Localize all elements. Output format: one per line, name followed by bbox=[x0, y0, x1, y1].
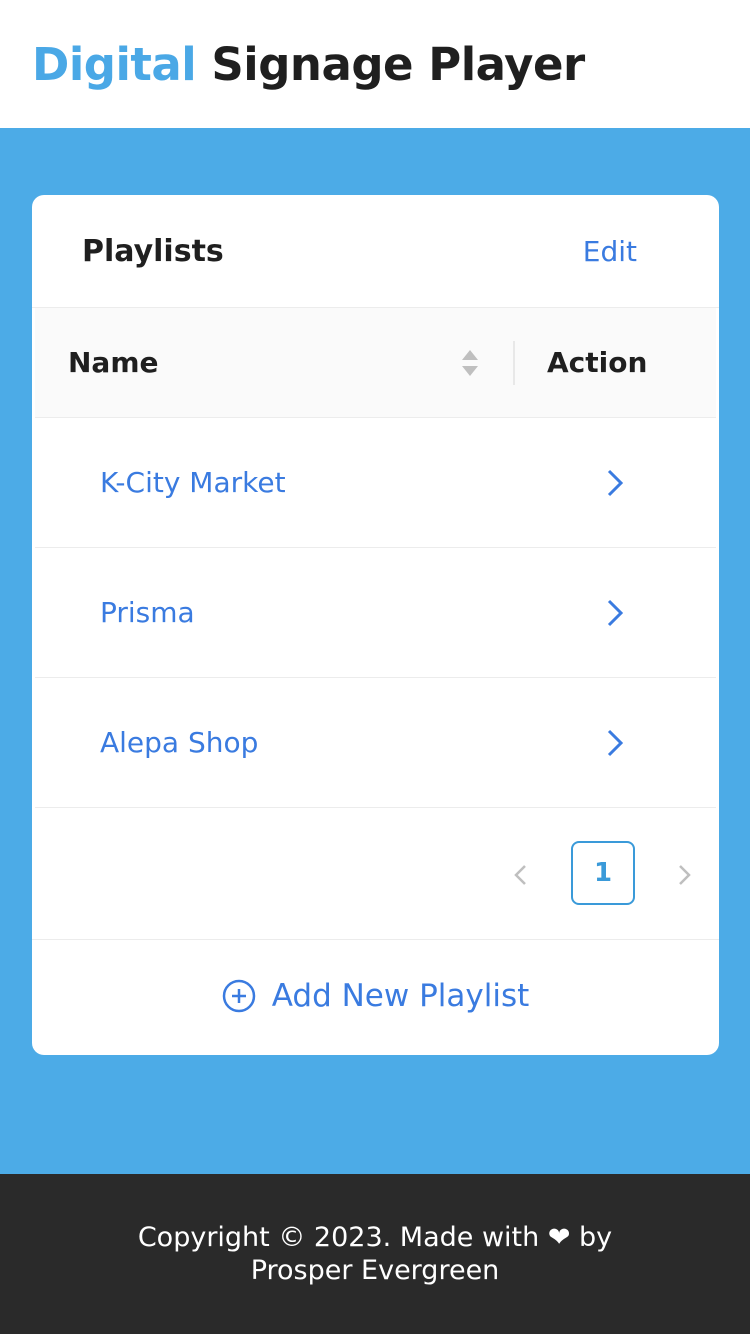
playlists-table: Name Action K-City Market Prisma Alepa S… bbox=[32, 308, 719, 940]
chevron-right-icon[interactable] bbox=[602, 728, 628, 758]
footer: Copyright © 2023. Made with ❤ by Prosper… bbox=[0, 1174, 750, 1334]
app-title: Digital Signage Player bbox=[32, 38, 585, 91]
table-row[interactable]: Prisma bbox=[35, 548, 716, 678]
prev-page-icon[interactable] bbox=[510, 862, 532, 888]
next-page-icon[interactable] bbox=[673, 862, 695, 888]
footer-author: Prosper Evergreen bbox=[250, 1255, 500, 1286]
add-playlist-button[interactable]: Add New Playlist bbox=[32, 940, 719, 1052]
plus-circle-icon bbox=[222, 979, 255, 1013]
playlist-name[interactable]: K-City Market bbox=[100, 466, 286, 499]
table-row[interactable]: Alepa Shop bbox=[35, 678, 716, 808]
playlists-card: Playlists Edit Name Action K-City Market bbox=[32, 195, 719, 1055]
app-header: Digital Signage Player bbox=[0, 0, 750, 128]
column-header-name[interactable]: Name bbox=[68, 346, 159, 379]
edit-button[interactable]: Edit bbox=[583, 235, 637, 268]
app-title-accent: Digital bbox=[32, 37, 197, 91]
playlist-name[interactable]: Prisma bbox=[100, 596, 195, 629]
app-title-rest: Signage Player bbox=[211, 37, 585, 91]
chevron-right-icon[interactable] bbox=[602, 468, 628, 498]
card-header: Playlists Edit bbox=[32, 195, 719, 308]
column-header-action: Action bbox=[547, 346, 648, 379]
card-title: Playlists bbox=[82, 233, 224, 269]
table-row[interactable]: K-City Market bbox=[35, 418, 716, 548]
table-header: Name Action bbox=[35, 308, 716, 418]
page-number-button[interactable]: 1 bbox=[571, 841, 635, 905]
column-divider bbox=[513, 341, 515, 385]
pagination: 1 bbox=[32, 808, 719, 940]
sort-icon[interactable] bbox=[460, 348, 480, 378]
playlist-name[interactable]: Alepa Shop bbox=[100, 726, 258, 759]
footer-copyright: Copyright © 2023. Made with ❤ by bbox=[137, 1222, 613, 1253]
main-area: Playlists Edit Name Action K-City Market bbox=[0, 128, 750, 1174]
add-playlist-label: Add New Playlist bbox=[271, 978, 530, 1014]
chevron-right-icon[interactable] bbox=[602, 598, 628, 628]
